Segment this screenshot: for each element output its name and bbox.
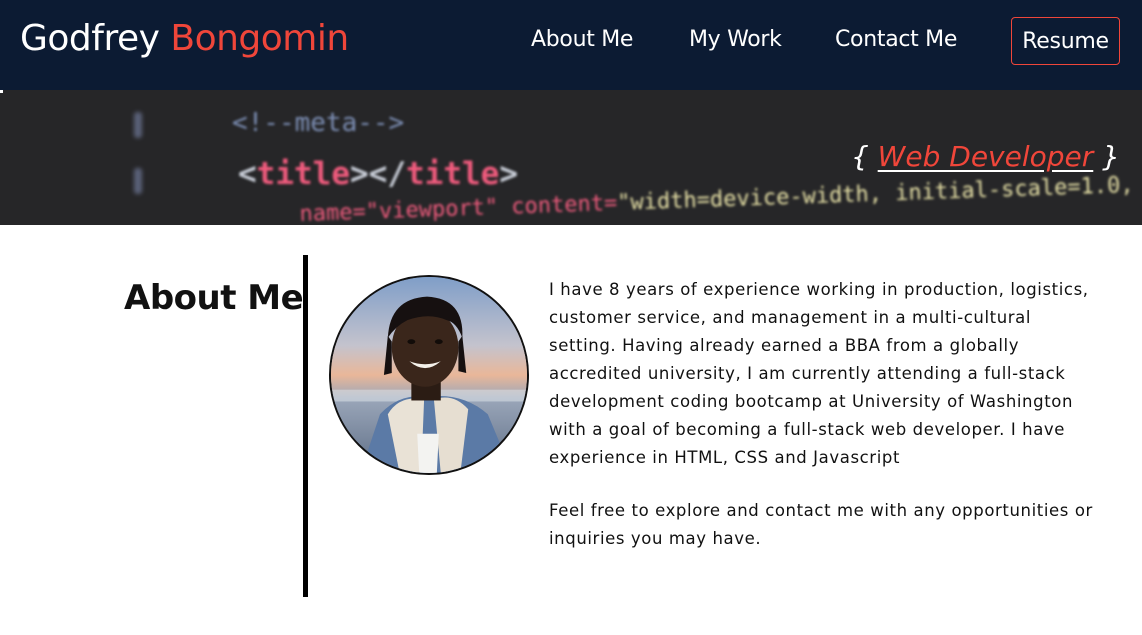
hero-banner: <!--meta--> <title></title> name="viewpo… [0,90,1142,225]
code-gutter-mark [134,112,142,138]
site-brand[interactable]: Godfrey Bongomin [20,18,349,59]
role-text: Web Developer [877,140,1094,173]
section-divider [303,255,308,597]
about-paragraph: Feel free to explore and contact me with… [549,501,1093,548]
nav-contact-me-link[interactable]: Contact Me [835,27,957,52]
open-brace: { [850,140,869,173]
code-token: < [238,156,257,192]
code-comment-line: <!--meta--> [232,108,405,138]
brand-first-name: Godfrey [20,18,160,59]
portrait-image [331,277,527,473]
code-token: title [406,156,500,192]
resume-button[interactable]: Resume [1011,17,1120,65]
nav-about-me-link[interactable]: About Me [531,27,633,52]
nav-my-work-link[interactable]: My Work [689,27,782,52]
code-token: name="viewport" content= [299,190,618,225]
top-navbar: Godfrey Bongomin About Me My Work Contac… [0,0,1142,90]
about-text: I have 8 years of experience working in … [549,276,1099,553]
avatar [329,275,529,475]
code-token: > [499,156,518,192]
code-title-line: <title></title> [238,156,518,192]
code-gutter-mark [134,168,142,194]
code-token: ></ [350,156,406,192]
code-token: title [256,156,350,192]
brand-last-name: Bongomin [170,18,349,59]
hero-corner-dot [0,90,3,93]
hero-role-title: { Web Developer } [851,140,1120,173]
about-paragraph: I have 8 years of experience working in … [549,280,1089,467]
close-brace: } [1102,140,1120,173]
about-heading: About Me [124,278,304,318]
code-token: "width=device-width, initial-scale=1.0, … [616,168,1142,216]
